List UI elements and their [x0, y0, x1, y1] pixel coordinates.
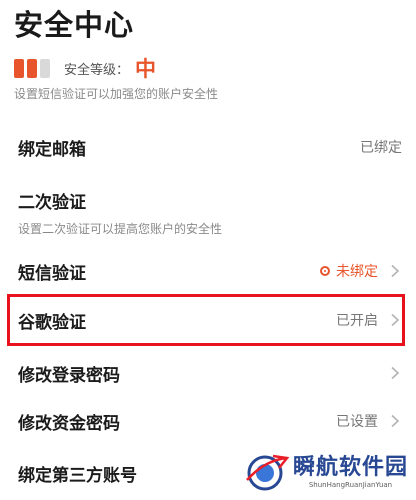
menu-item-two-step-verification[interactable]: 二次验证 — [0, 182, 416, 218]
security-level-label: 安全等级： — [64, 62, 130, 78]
security-level-row: 安全等级： 中 — [14, 56, 157, 81]
chevron-right-icon — [388, 366, 402, 380]
level-bar-3 — [40, 58, 50, 78]
menu-item-label: 短信验证 — [18, 263, 86, 284]
menu-item-label: 二次验证 — [18, 192, 86, 213]
level-bar-2 — [27, 58, 37, 78]
security-level-value: 中 — [135, 57, 157, 81]
menu-item-sms-verification[interactable]: 短信验证 未绑定 — [0, 248, 416, 294]
menu-item-label: 修改登录密码 — [18, 365, 120, 386]
menu-item-label: 修改资金密码 — [18, 413, 120, 434]
alert-circle-icon — [320, 266, 330, 276]
page-title: 安全中心 — [14, 8, 135, 42]
chevron-right-icon — [388, 414, 402, 428]
menu-item-status: 已设置 — [336, 414, 378, 430]
security-level-hint: 设置短信验证可以加强您的账户安全性 — [14, 87, 219, 101]
watermark-subtext: ShunHangRuanJianYuan — [308, 480, 393, 489]
menu-item-change-fund-password[interactable]: 修改资金密码 已设置 — [0, 398, 416, 444]
menu-item-label: 绑定邮箱 — [18, 139, 86, 160]
menu-item-bind-email[interactable]: 绑定邮箱 已绑定 — [0, 124, 416, 170]
security-level-bars — [14, 58, 50, 78]
menu-item-google-verification[interactable]: 谷歌验证 已开启 — [0, 296, 416, 344]
menu-item-status: 已开启 — [336, 313, 378, 329]
menu-item-status: 未绑定 — [336, 264, 378, 280]
menu-item-label: 绑定第三方账号 — [18, 465, 137, 486]
menu-item-subtitle: 设置二次验证可以提高您账户的安全性 — [18, 222, 223, 236]
menu-item-label: 谷歌验证 — [18, 312, 86, 333]
watermark-logo-icon — [246, 454, 290, 491]
menu-item-status: 已绑定 — [360, 140, 402, 156]
chevron-right-icon — [388, 264, 402, 278]
menu-item-change-login-password[interactable]: 修改登录密码 — [0, 350, 416, 396]
chevron-right-icon — [388, 313, 402, 327]
level-bar-1 — [14, 58, 24, 78]
watermark: 瞬航软件园 ShunHangRuanJianYuan — [243, 448, 408, 496]
watermark-text: 瞬航软件园 — [292, 454, 408, 480]
